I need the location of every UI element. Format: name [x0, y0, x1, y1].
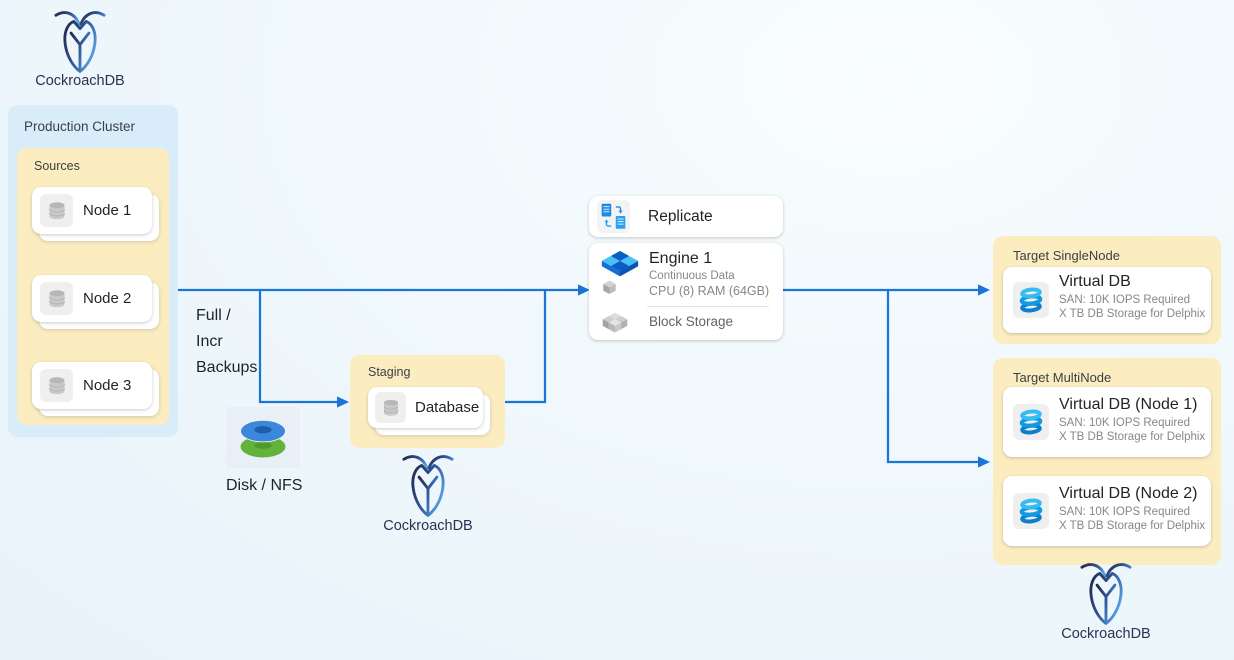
- virtual-db-card: Virtual DB SAN: 10K IOPS Required X TB D…: [1003, 267, 1211, 333]
- engine-card: Engine 1 Continuous Data CPU (8) RAM (64…: [589, 243, 783, 340]
- engine-title: Engine 1: [649, 250, 712, 268]
- cockroachdb-logo-bottom: [1079, 561, 1133, 632]
- virtual-db-node2-title: Virtual DB (Node 2): [1059, 485, 1197, 503]
- virtual-db-icon: [1013, 282, 1049, 318]
- backups-label-line3: Backups: [196, 355, 257, 381]
- production-cluster-panel: Production Cluster Sources Node 1 Node 2: [8, 105, 178, 437]
- replicate-label: Replicate: [648, 208, 713, 226]
- virtual-db-node1-title: Virtual DB (Node 1): [1059, 396, 1197, 414]
- cockroachdb-icon: [401, 453, 455, 519]
- cockroachdb-label-staging: CockroachDB: [358, 518, 498, 534]
- replicate-card: Replicate: [589, 196, 783, 237]
- engine-specs: CPU (8) RAM (64GB): [649, 284, 769, 298]
- block-storage-icon: [601, 310, 629, 343]
- diagram-canvas: CockroachDB Production Cluster Sources N…: [0, 0, 1234, 660]
- virtual-db-node2-line2: X TB DB Storage for Delphix: [1059, 520, 1205, 532]
- virtual-db-icon: [1013, 404, 1049, 440]
- staging-database-card: Database: [368, 387, 483, 428]
- virtual-db-title: Virtual DB: [1059, 273, 1131, 291]
- database-icon: [40, 282, 73, 315]
- virtual-db-node1-line2: X TB DB Storage for Delphix: [1059, 431, 1205, 443]
- target-singlenode-title: Target SingleNode: [1013, 248, 1120, 263]
- node-1-card: Node 1: [32, 187, 152, 234]
- node-2-card: Node 2: [32, 275, 152, 322]
- target-multinode-panel: Target MultiNode Virtual DB (Node 1) SAN…: [993, 358, 1221, 565]
- cockroachdb-logo-top: [53, 9, 107, 80]
- virtual-db-line2: X TB DB Storage for Delphix: [1059, 308, 1205, 320]
- cockroachdb-logo-staging: [401, 453, 455, 524]
- virtual-db-node2-line1: SAN: 10K IOPS Required: [1059, 506, 1190, 518]
- virtual-db-node1-card: Virtual DB (Node 1) SAN: 10K IOPS Requir…: [1003, 387, 1211, 457]
- virtual-db-line1: SAN: 10K IOPS Required: [1059, 294, 1190, 306]
- block-storage-label: Block Storage: [649, 314, 733, 329]
- target-multinode-title: Target MultiNode: [1013, 370, 1111, 385]
- disk-nfs-label: Disk / NFS: [226, 477, 300, 495]
- replicate-icon: [597, 200, 630, 233]
- staging-panel: Staging Database: [350, 355, 505, 448]
- target-singlenode-panel: Target SingleNode Virtual DB SAN: 10K IO…: [993, 236, 1221, 344]
- sources-title: Sources: [34, 159, 80, 173]
- backups-label-line1: Full /: [196, 303, 257, 329]
- node-3-card: Node 3: [32, 362, 152, 409]
- database-icon: [40, 194, 73, 227]
- virtual-db-node2-card: Virtual DB (Node 2) SAN: 10K IOPS Requir…: [1003, 476, 1211, 546]
- virtual-db-icon: [1013, 493, 1049, 529]
- node-2-label: Node 2: [83, 290, 131, 307]
- cockroachdb-icon: [1079, 561, 1133, 627]
- backups-label-line2: Incr: [196, 329, 257, 355]
- cockroachdb-icon: [53, 9, 107, 75]
- sources-panel: Sources Node 1 Node 2 Node 3: [17, 148, 169, 425]
- node-1-label: Node 1: [83, 202, 131, 219]
- staging-database-label: Database: [415, 399, 479, 416]
- cockroachdb-label-top: CockroachDB: [10, 73, 150, 89]
- cockroachdb-label-bottom: CockroachDB: [1036, 626, 1176, 642]
- backups-label: Full / Incr Backups: [196, 303, 257, 381]
- node-3-label: Node 3: [83, 377, 131, 394]
- staging-title: Staging: [368, 365, 410, 379]
- disk-nfs-icon: [226, 407, 300, 468]
- divider: [647, 306, 769, 307]
- virtual-db-node1-line1: SAN: 10K IOPS Required: [1059, 417, 1190, 429]
- engine-icon: [598, 249, 642, 302]
- database-icon: [40, 369, 73, 402]
- database-icon: [375, 392, 406, 423]
- engine-subtitle: Continuous Data: [649, 270, 735, 282]
- production-cluster-title: Production Cluster: [24, 119, 135, 134]
